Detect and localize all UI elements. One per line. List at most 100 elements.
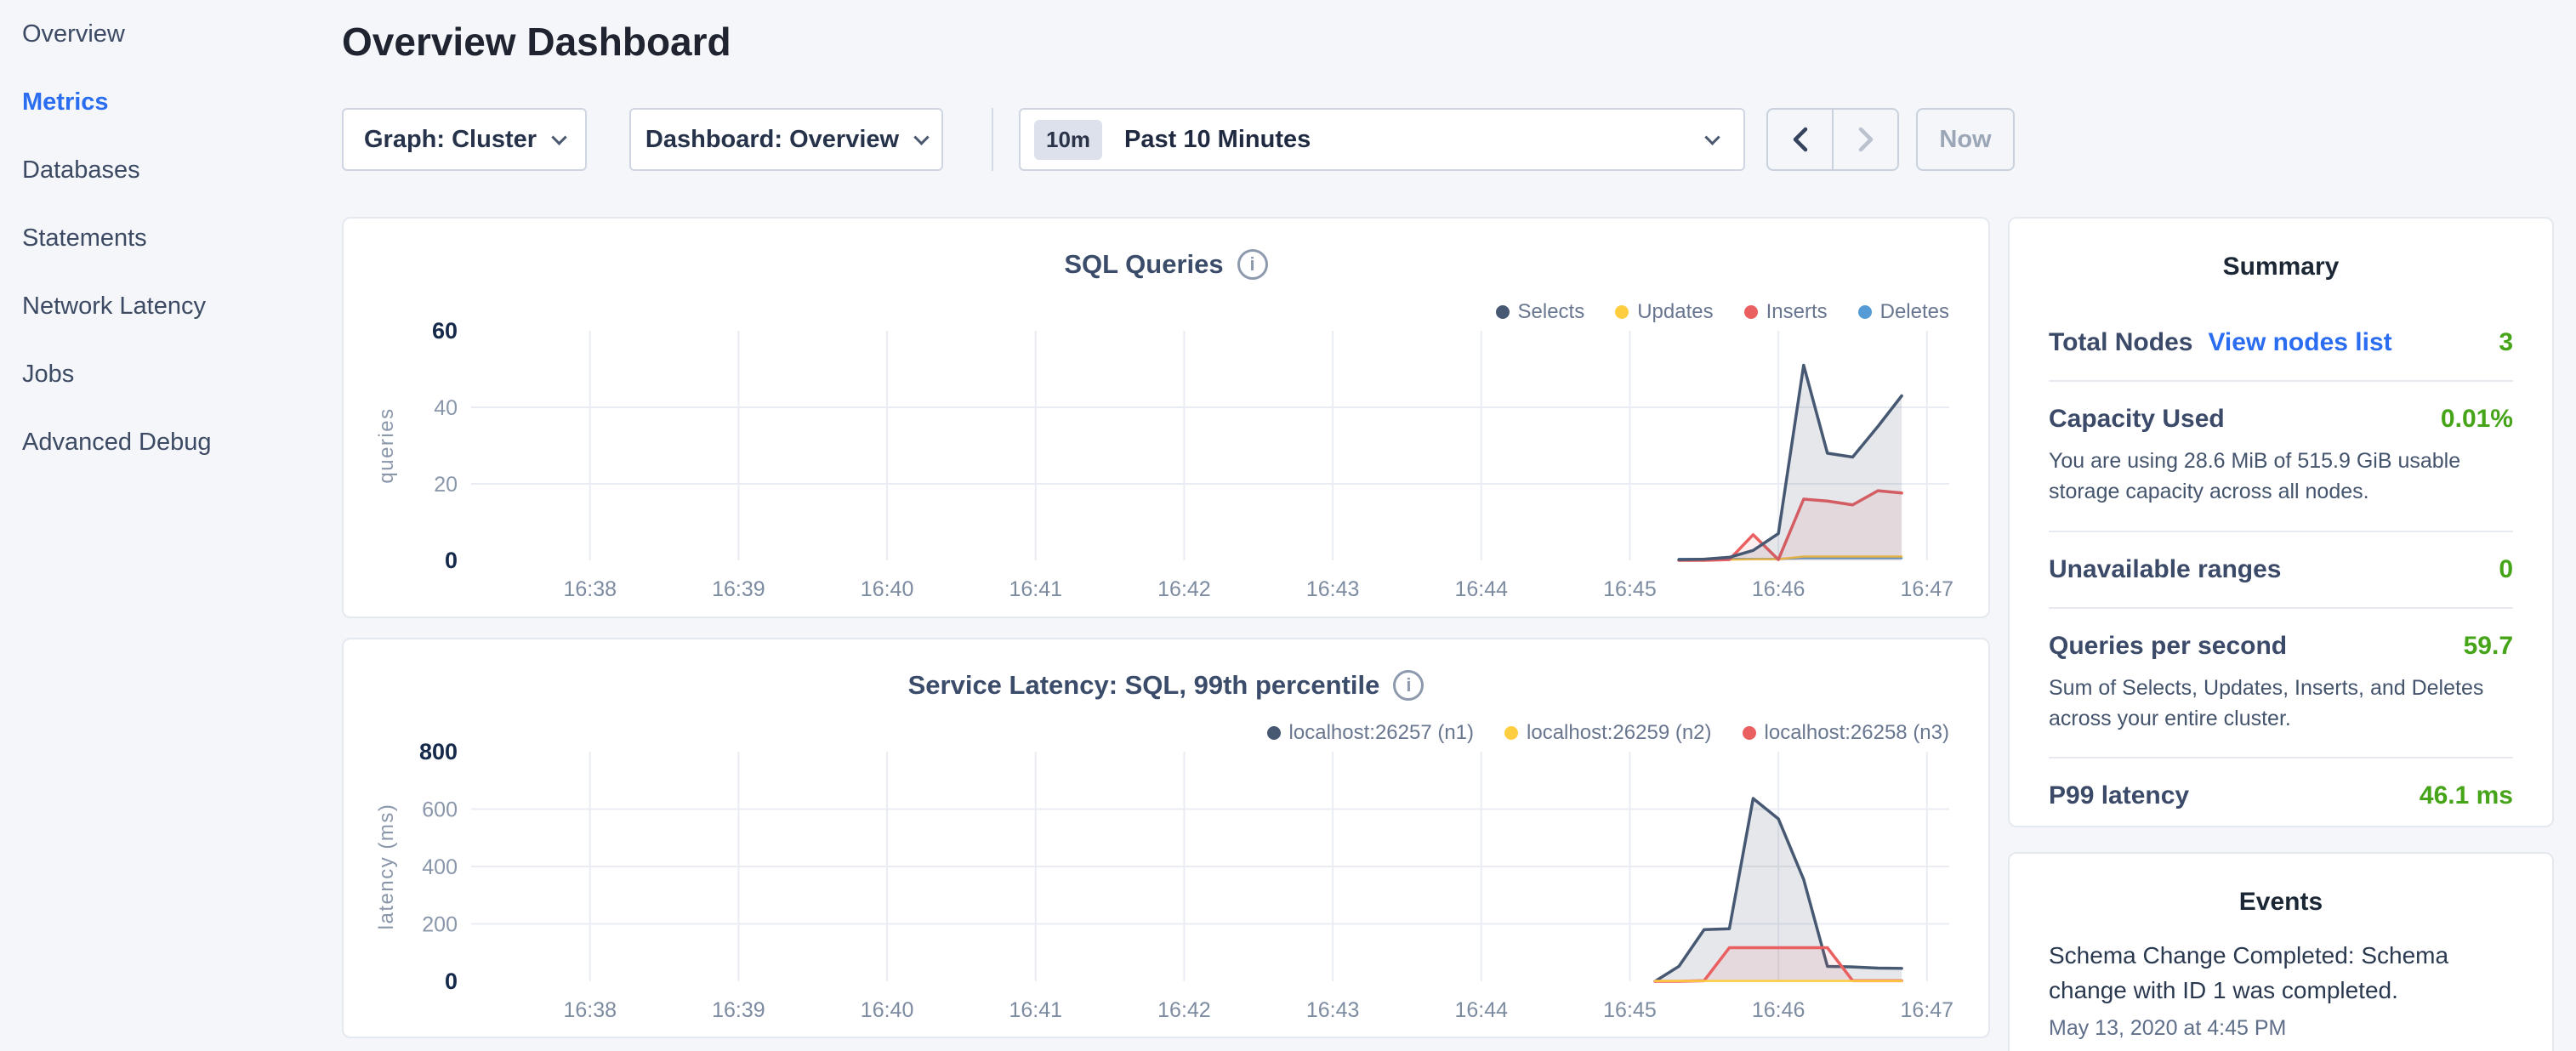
summary-row: Queries per second 59.7 Sum of Selects, Up…: [2049, 607, 2513, 758]
summary-row-value: 3: [2499, 328, 2513, 357]
summary-row-description: Sum of Selects, Updates, Inserts, and De…: [2049, 673, 2513, 735]
svg-text:16:40: 16:40: [861, 577, 914, 601]
prev-time-button[interactable]: [1768, 110, 1832, 169]
summary-row: P99 latency 46.1 ms: [2049, 757, 2513, 833]
svg-text:queries: queries: [375, 407, 398, 483]
sidebar-item-network-latency[interactable]: Network Latency: [22, 272, 342, 340]
svg-text:16:43: 16:43: [1306, 577, 1360, 601]
svg-text:16:41: 16:41: [1009, 577, 1062, 601]
service-latency-chart[interactable]: 16:38 16:39 16:40 16:41 16:42 16:43 16:44 16:45…: [344, 741, 1992, 1031]
sidebar-item-advanced-debug[interactable]: Advanced Debug: [22, 408, 342, 476]
events-heading: Events: [2010, 854, 2552, 917]
graph-dropdown-label: Graph: Cluster: [364, 126, 537, 154]
legend-dot-icon: [1267, 726, 1281, 740]
info-icon[interactable]: [1393, 670, 1424, 701]
events-list: Schema Change Completed: Schema change w…: [2049, 939, 2513, 1041]
summary-rows: Total Nodes View nodes list 3 Capacity Used…: [2049, 305, 2513, 833]
svg-text:16:46: 16:46: [1752, 998, 1805, 1022]
svg-text:16:40: 16:40: [861, 998, 914, 1022]
chart-title-row: Service Latency: SQL, 99th percentile: [344, 670, 1988, 701]
dashboard-dropdown[interactable]: Dashboard: Overview: [629, 108, 943, 171]
next-time-button[interactable]: [1832, 110, 1897, 169]
summary-row-value: 0.01%: [2441, 405, 2513, 434]
event-timestamp: May 13, 2020 at 4:45 PM: [2049, 1016, 2513, 1041]
svg-text:400: 400: [422, 855, 458, 879]
svg-text:20: 20: [434, 473, 458, 497]
sidebar-item-statements[interactable]: Statements: [22, 204, 342, 272]
svg-text:16:43: 16:43: [1306, 998, 1360, 1022]
svg-text:600: 600: [422, 798, 458, 822]
summary-row-label: Queries per second: [2049, 632, 2287, 661]
svg-text:800: 800: [419, 741, 458, 764]
event-item[interactable]: Schema Change Completed: Schema change w…: [2049, 939, 2513, 1041]
svg-text:60: 60: [432, 321, 458, 344]
svg-text:16:45: 16:45: [1603, 577, 1657, 601]
sidebar-item-metrics[interactable]: Metrics: [22, 68, 342, 136]
graph-dropdown[interactable]: Graph: Cluster: [342, 108, 587, 171]
sidebar-item-databases[interactable]: Databases: [22, 136, 342, 204]
svg-text:16:38: 16:38: [563, 577, 617, 601]
summary-heading: Summary: [2010, 219, 2552, 281]
svg-text:200: 200: [422, 913, 458, 937]
time-step-buttons: [1766, 108, 1899, 171]
summary-panel: Summary Total Nodes View nodes list 3 Capac…: [2008, 217, 2554, 827]
svg-text:0: 0: [445, 969, 458, 994]
time-range-badge: 10m: [1034, 120, 1102, 160]
controls-divider: [992, 108, 993, 171]
summary-row-value: 0: [2499, 555, 2513, 584]
svg-text:40: 40: [434, 396, 458, 420]
svg-text:16:45: 16:45: [1603, 998, 1657, 1022]
chart-title-row: SQL Queries: [344, 249, 1988, 280]
summary-row-label: P99 latency: [2049, 781, 2189, 810]
legend-dot-icon: [1858, 305, 1872, 319]
summary-row: Capacity Used0.01%You are using 28.6 MiB…: [2049, 380, 2513, 531]
info-icon[interactable]: [1237, 249, 1268, 280]
chevron-left-icon: [1788, 125, 1813, 154]
svg-text:16:39: 16:39: [712, 998, 765, 1022]
svg-text:16:44: 16:44: [1454, 998, 1508, 1022]
legend-dot-icon: [1615, 305, 1629, 319]
summary-row: Total Nodes View nodes list 3: [2049, 305, 2513, 380]
page-title: Overview Dashboard: [342, 19, 731, 65]
dashboard-dropdown-label: Dashboard: Overview: [645, 126, 899, 154]
legend-dot-icon: [1743, 726, 1756, 740]
svg-text:16:41: 16:41: [1009, 998, 1062, 1022]
legend-dot-icon: [1496, 305, 1510, 319]
summary-row-description: You are using 28.6 MiB of 515.9 GiB usab…: [2049, 446, 2513, 508]
time-range-label: Past 10 Minutes: [1124, 126, 1707, 154]
event-text: Schema Change Completed: Schema change w…: [2049, 939, 2513, 1008]
summary-row-label: Total Nodes: [2049, 328, 2192, 357]
svg-text:16:42: 16:42: [1157, 998, 1211, 1022]
service-latency-chart-card: Service Latency: SQL, 99th percentile lo…: [342, 638, 1990, 1038]
summary-row-value: 46.1 ms: [2420, 781, 2513, 810]
summary-row-value: 59.7: [2464, 632, 2513, 661]
sidebar-item-jobs[interactable]: Jobs: [22, 340, 342, 408]
chevron-down-icon: [913, 129, 929, 145]
controls-bar: Graph: Cluster Dashboard: Overview 10m P…: [342, 108, 2015, 171]
svg-text:16:39: 16:39: [712, 577, 765, 601]
summary-row-label: Unavailable ranges: [2049, 555, 2281, 584]
chevron-down-icon: [551, 129, 566, 145]
legend-dot-icon: [1744, 305, 1758, 319]
now-button[interactable]: Now: [1916, 108, 2015, 171]
svg-text:16:47: 16:47: [1901, 577, 1954, 601]
sql-queries-chart[interactable]: 16:3816:3916:4016:4116:4216:4316:4416:45…: [344, 321, 1992, 610]
chart-title: SQL Queries: [1064, 249, 1223, 280]
svg-text:0: 0: [445, 548, 458, 573]
svg-text:latency (ms): latency (ms): [375, 804, 398, 930]
chevron-right-icon: [1853, 125, 1879, 154]
sql-queries-chart-card: SQL Queries SelectsUpdatesInsertsDeletes…: [342, 217, 1990, 618]
svg-text:16:47: 16:47: [1901, 998, 1954, 1022]
legend-dot-icon: [1504, 726, 1518, 740]
svg-text:16:44: 16:44: [1454, 577, 1508, 601]
svg-text:16:38: 16:38: [563, 998, 617, 1022]
sidebar-item-overview[interactable]: Overview: [22, 0, 342, 68]
time-window-dropdown[interactable]: 10m Past 10 Minutes: [1019, 108, 1745, 171]
metrics-page: OverviewMetricsDatabasesStatementsNetwor…: [0, 0, 2576, 1051]
events-panel: Events Schema Change Completed: Schema c…: [2008, 852, 2554, 1051]
sidebar-nav: OverviewMetricsDatabasesStatementsNetwor…: [0, 0, 342, 1051]
chart-title: Service Latency: SQL, 99th percentile: [908, 670, 1380, 701]
chevron-down-icon: [1704, 129, 1720, 145]
svg-text:16:46: 16:46: [1752, 577, 1805, 601]
view-nodes-list-link[interactable]: View nodes list: [2208, 328, 2391, 357]
